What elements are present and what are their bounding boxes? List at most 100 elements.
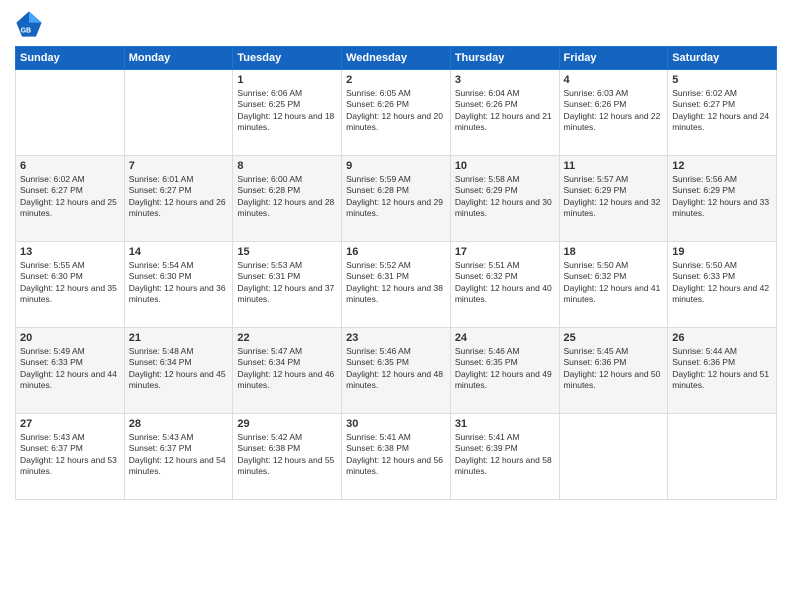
cell-info: Sunrise: 5:56 AMSunset: 6:29 PMDaylight:… xyxy=(672,174,772,220)
day-cell: 31 Sunrise: 5:41 AMSunset: 6:39 PMDayligh… xyxy=(450,414,559,500)
day-cell: 17 Sunrise: 5:51 AMSunset: 6:32 PMDayligh… xyxy=(450,242,559,328)
cell-info: Sunrise: 6:02 AMSunset: 6:27 PMDaylight:… xyxy=(672,88,772,134)
day-number: 27 xyxy=(20,418,120,430)
day-cell: 13 Sunrise: 5:55 AMSunset: 6:30 PMDayligh… xyxy=(16,242,125,328)
week-row-4: 20Sunrise: 5:49 AMSunset: 6:33 PMDayligh… xyxy=(16,328,777,414)
day-cell: 8 Sunrise: 6:00 AMSunset: 6:28 PMDaylight… xyxy=(233,156,342,242)
cell-info: Sunrise: 5:43 AMSunset: 6:37 PMDaylight:… xyxy=(129,432,229,478)
day-cell xyxy=(124,70,233,156)
cell-info: Sunrise: 5:58 AMSunset: 6:29 PMDaylight:… xyxy=(455,174,555,220)
cell-info: Sunrise: 5:41 AMSunset: 6:39 PMDaylight:… xyxy=(455,432,555,478)
day-number: 2 xyxy=(346,74,446,86)
day-number: 4 xyxy=(564,74,664,86)
day-cell: 23Sunrise: 5:46 AMSunset: 6:35 PMDayligh… xyxy=(342,328,451,414)
day-number: 15 xyxy=(237,246,337,258)
day-cell: 16 Sunrise: 5:52 AMSunset: 6:31 PMDayligh… xyxy=(342,242,451,328)
day-number: 8 xyxy=(237,160,337,172)
day-number: 19 xyxy=(672,246,772,258)
cell-info: Sunrise: 5:54 AMSunset: 6:30 PMDaylight:… xyxy=(129,260,229,306)
cell-info: Sunrise: 6:06 AMSunset: 6:25 PMDaylight:… xyxy=(237,88,337,134)
day-number: 7 xyxy=(129,160,229,172)
day-cell: 14 Sunrise: 5:54 AMSunset: 6:30 PMDayligh… xyxy=(124,242,233,328)
day-cell: 24 Sunrise: 5:46 AMSunset: 6:35 PMDayligh… xyxy=(450,328,559,414)
day-number: 18 xyxy=(564,246,664,258)
day-cell: 10 Sunrise: 5:58 AMSunset: 6:29 PMDayligh… xyxy=(450,156,559,242)
day-cell xyxy=(668,414,777,500)
cell-info: Sunrise: 6:05 AMSunset: 6:26 PMDaylight:… xyxy=(346,88,446,134)
cell-info: Sunrise: 6:04 AMSunset: 6:26 PMDaylight:… xyxy=(455,88,555,134)
day-number: 13 xyxy=(20,246,120,258)
week-row-5: 27 Sunrise: 5:43 AMSunset: 6:37 PMDayligh… xyxy=(16,414,777,500)
day-number: 25 xyxy=(564,332,664,344)
day-cell: 15 Sunrise: 5:53 AMSunset: 6:31 PMDayligh… xyxy=(233,242,342,328)
cell-info: Sunrise: 6:00 AMSunset: 6:28 PMDaylight:… xyxy=(237,174,337,220)
day-number: 3 xyxy=(455,74,555,86)
day-number: 16 xyxy=(346,246,446,258)
day-number: 9 xyxy=(346,160,446,172)
cell-info: Sunrise: 5:50 AMSunset: 6:33 PMDaylight:… xyxy=(672,260,772,306)
day-number: 14 xyxy=(129,246,229,258)
cell-info: Sunrise: 5:48 AMSunset: 6:34 PMDaylight:… xyxy=(129,346,229,392)
day-number: 21 xyxy=(129,332,229,344)
day-cell: 12 Sunrise: 5:56 AMSunset: 6:29 PMDayligh… xyxy=(668,156,777,242)
day-cell: 27Sunrise: 5:43 AMSunset: 6:37 PMDayligh… xyxy=(16,414,125,500)
day-cell: 11 Sunrise: 5:57 AMSunset: 6:29 PMDayligh… xyxy=(559,156,668,242)
header-row: SundayMondayTuesdayWednesdayThursdayFrid… xyxy=(16,47,777,70)
cell-info: Sunrise: 5:51 AMSunset: 6:32 PMDaylight:… xyxy=(455,260,555,306)
day-number: 29 xyxy=(237,418,337,430)
day-cell: 4 Sunrise: 6:03 AMSunset: 6:26 PMDaylight… xyxy=(559,70,668,156)
day-number: 17 xyxy=(455,246,555,258)
day-cell: 2 Sunrise: 6:05 AMSunset: 6:26 PMDaylight… xyxy=(342,70,451,156)
week-row-1: 1Sunrise: 6:06 AMSunset: 6:25 PMDaylight… xyxy=(16,70,777,156)
cell-info: Sunrise: 5:41 AMSunset: 6:38 PMDaylight:… xyxy=(346,432,446,478)
column-header-sunday: Sunday xyxy=(16,47,125,70)
day-number: 28 xyxy=(129,418,229,430)
column-header-wednesday: Wednesday xyxy=(342,47,451,70)
cell-info: Sunrise: 5:53 AMSunset: 6:31 PMDaylight:… xyxy=(237,260,337,306)
cell-info: Sunrise: 6:01 AMSunset: 6:27 PMDaylight:… xyxy=(129,174,229,220)
day-number: 6 xyxy=(20,160,120,172)
column-header-monday: Monday xyxy=(124,47,233,70)
cell-info: Sunrise: 5:59 AMSunset: 6:28 PMDaylight:… xyxy=(346,174,446,220)
cell-info: Sunrise: 5:45 AMSunset: 6:36 PMDaylight:… xyxy=(564,346,664,392)
day-cell: 20Sunrise: 5:49 AMSunset: 6:33 PMDayligh… xyxy=(16,328,125,414)
day-cell: 29 Sunrise: 5:42 AMSunset: 6:38 PMDayligh… xyxy=(233,414,342,500)
day-cell: 18Sunrise: 5:50 AMSunset: 6:32 PMDayligh… xyxy=(559,242,668,328)
cell-info: Sunrise: 5:52 AMSunset: 6:31 PMDaylight:… xyxy=(346,260,446,306)
day-number: 22 xyxy=(237,332,337,344)
cell-info: Sunrise: 5:55 AMSunset: 6:30 PMDaylight:… xyxy=(20,260,120,306)
day-number: 23 xyxy=(346,332,446,344)
cell-info: Sunrise: 5:46 AMSunset: 6:35 PMDaylight:… xyxy=(455,346,555,392)
cell-info: Sunrise: 6:02 AMSunset: 6:27 PMDaylight:… xyxy=(20,174,120,220)
cell-info: Sunrise: 5:57 AMSunset: 6:29 PMDaylight:… xyxy=(564,174,664,220)
week-row-3: 13 Sunrise: 5:55 AMSunset: 6:30 PMDayligh… xyxy=(16,242,777,328)
column-header-tuesday: Tuesday xyxy=(233,47,342,70)
day-cell: 21 Sunrise: 5:48 AMSunset: 6:34 PMDayligh… xyxy=(124,328,233,414)
day-cell: 19 Sunrise: 5:50 AMSunset: 6:33 PMDayligh… xyxy=(668,242,777,328)
cell-info: Sunrise: 5:47 AMSunset: 6:34 PMDaylight:… xyxy=(237,346,337,392)
day-cell: 30 Sunrise: 5:41 AMSunset: 6:38 PMDayligh… xyxy=(342,414,451,500)
day-number: 24 xyxy=(455,332,555,344)
day-number: 11 xyxy=(564,160,664,172)
day-number: 10 xyxy=(455,160,555,172)
day-cell xyxy=(16,70,125,156)
column-header-friday: Friday xyxy=(559,47,668,70)
day-cell: 26Sunrise: 5:44 AMSunset: 6:36 PMDayligh… xyxy=(668,328,777,414)
header: GB xyxy=(15,10,777,38)
cell-info: Sunrise: 6:03 AMSunset: 6:26 PMDaylight:… xyxy=(564,88,664,134)
calendar-table: SundayMondayTuesdayWednesdayThursdayFrid… xyxy=(15,46,777,500)
day-number: 30 xyxy=(346,418,446,430)
column-header-saturday: Saturday xyxy=(668,47,777,70)
day-cell xyxy=(559,414,668,500)
cell-info: Sunrise: 5:42 AMSunset: 6:38 PMDaylight:… xyxy=(237,432,337,478)
day-number: 26 xyxy=(672,332,772,344)
day-number: 31 xyxy=(455,418,555,430)
day-number: 5 xyxy=(672,74,772,86)
day-cell: 3 Sunrise: 6:04 AMSunset: 6:26 PMDaylight… xyxy=(450,70,559,156)
cell-info: Sunrise: 5:49 AMSunset: 6:33 PMDaylight:… xyxy=(20,346,120,392)
day-cell: 28 Sunrise: 5:43 AMSunset: 6:37 PMDayligh… xyxy=(124,414,233,500)
day-number: 12 xyxy=(672,160,772,172)
day-cell: 7 Sunrise: 6:01 AMSunset: 6:27 PMDaylight… xyxy=(124,156,233,242)
day-cell: 6 Sunrise: 6:02 AMSunset: 6:27 PMDaylight… xyxy=(16,156,125,242)
week-row-2: 6 Sunrise: 6:02 AMSunset: 6:27 PMDaylight… xyxy=(16,156,777,242)
